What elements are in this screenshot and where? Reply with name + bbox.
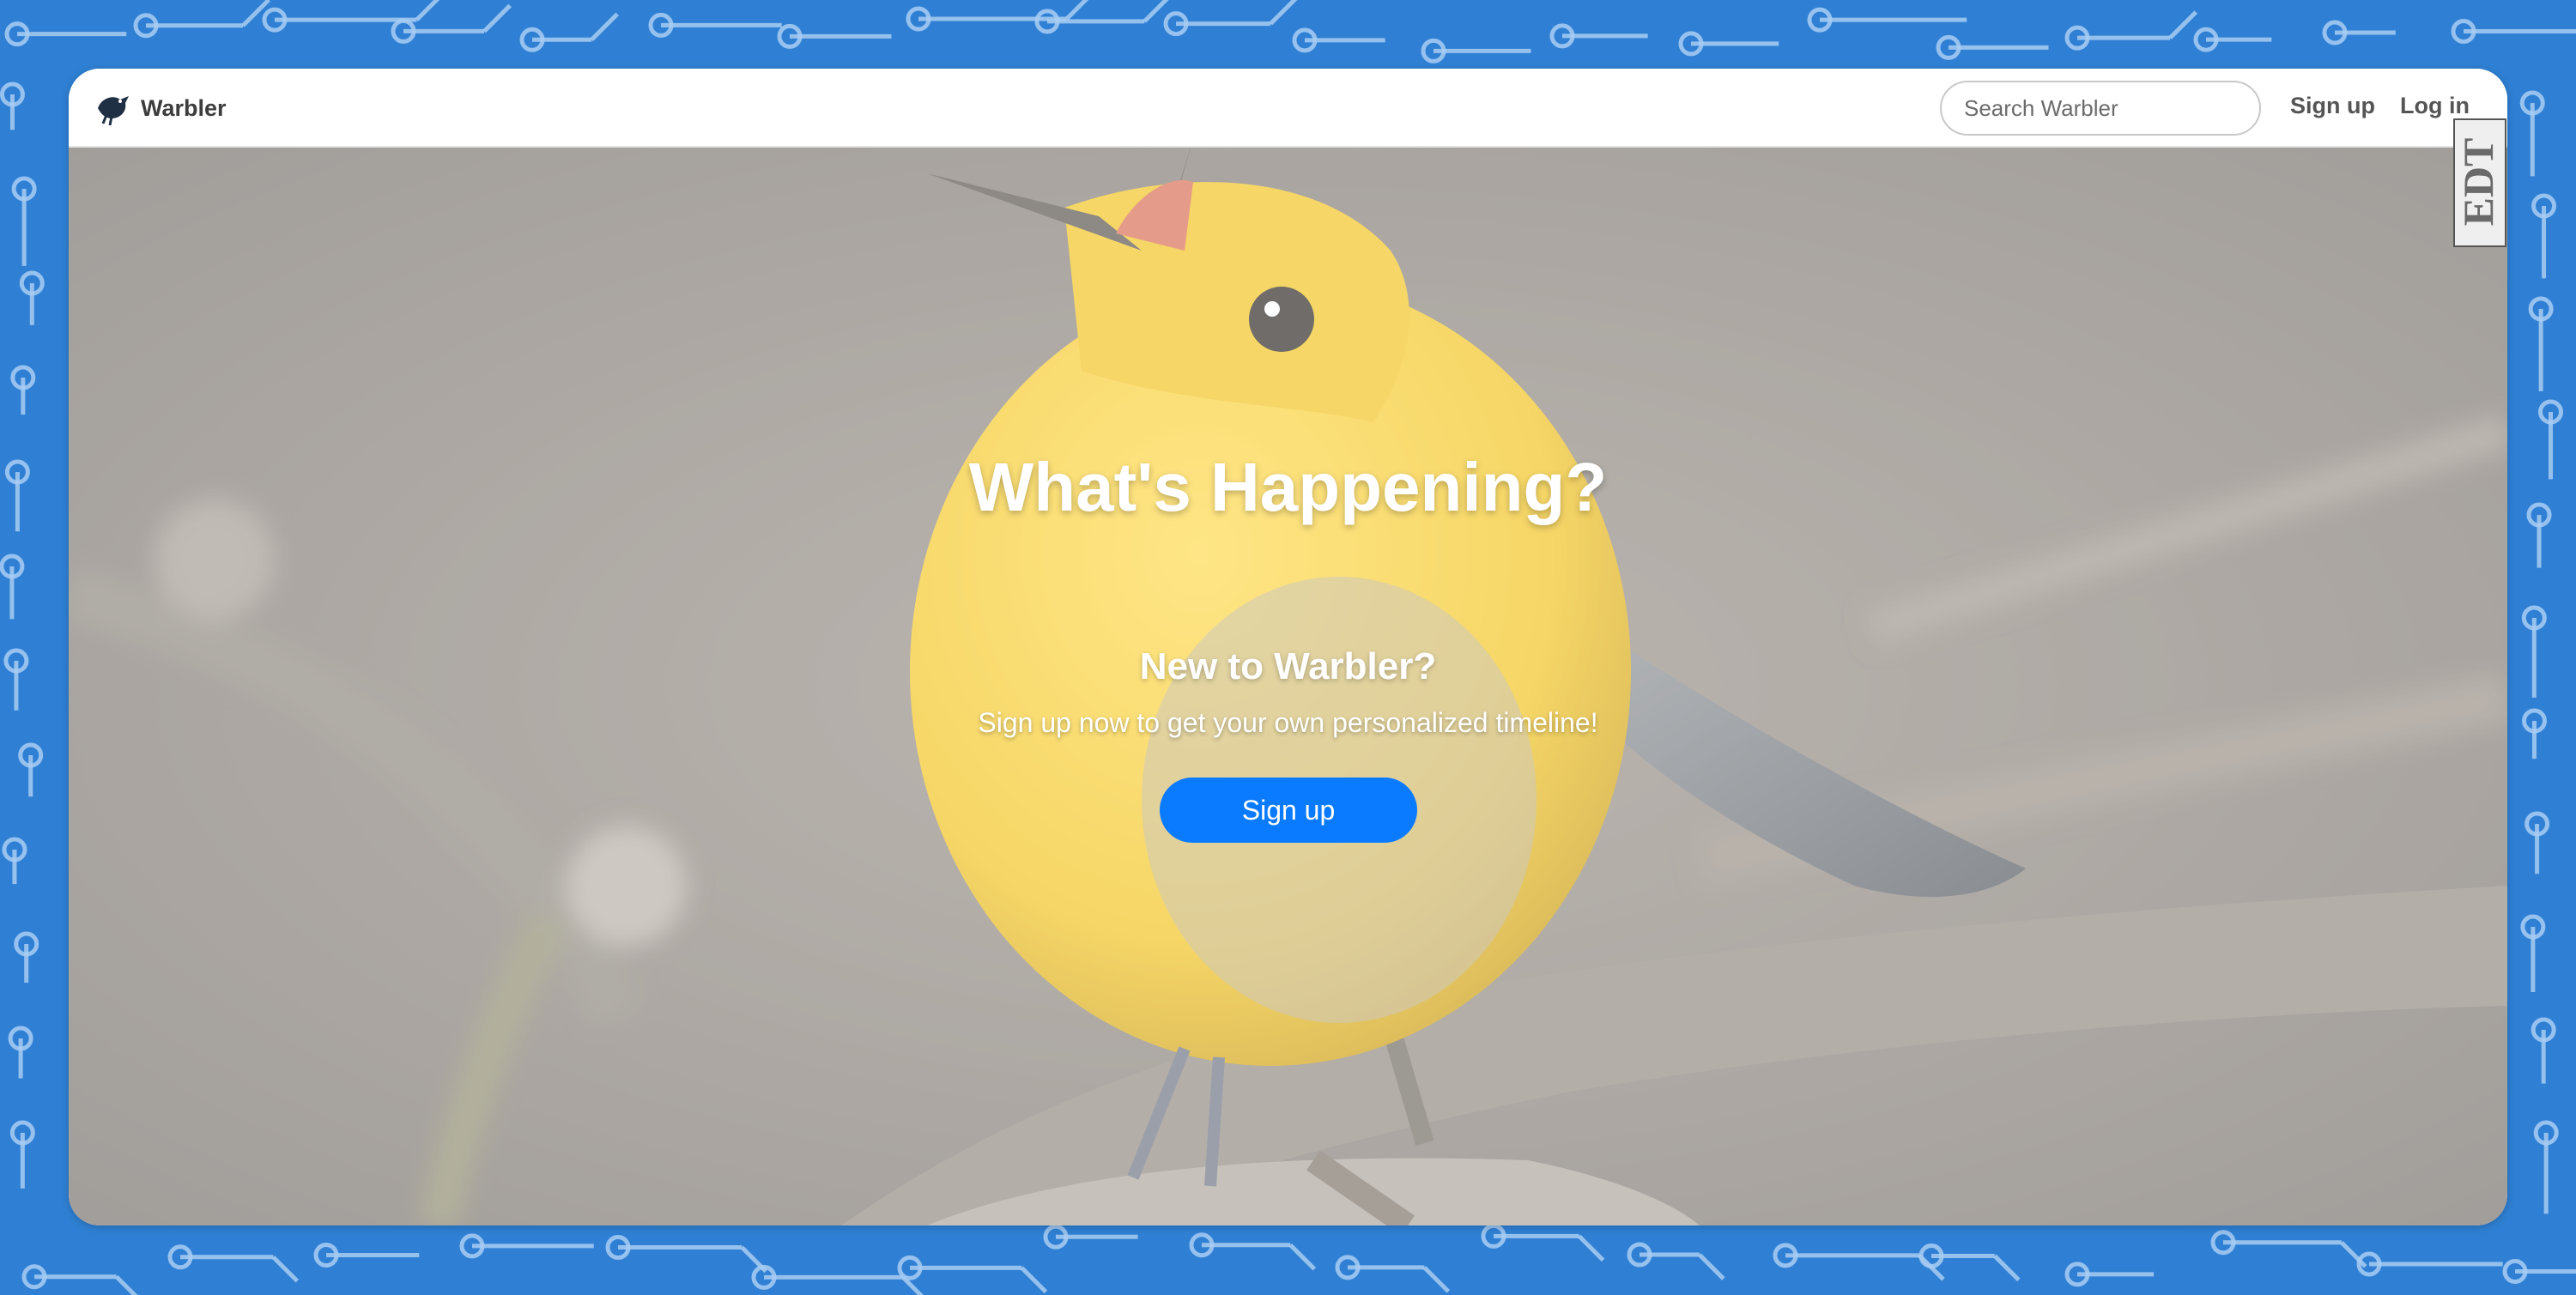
- search-input[interactable]: [1962, 94, 2253, 123]
- edt-badge-text: EDT: [2455, 138, 2502, 227]
- brand-name: Warbler: [141, 94, 227, 121]
- edt-badge[interactable]: EDT: [2453, 118, 2506, 247]
- hero-subtitle: New to Warbler?: [1139, 645, 1437, 687]
- browser-window: Warbler Sign up Log in EDT: [69, 69, 2507, 1225]
- hero-signup-button[interactable]: Sign up: [1160, 778, 1417, 843]
- hero-section: What's Happening? New to Warbler? Sign u…: [69, 148, 2507, 1225]
- nav-signup-link[interactable]: Sign up: [2290, 93, 2375, 119]
- bird-logo-icon: [98, 96, 129, 126]
- navbar: Warbler Sign up Log in: [69, 69, 2507, 148]
- brand-link[interactable]: Warbler: [94, 88, 227, 129]
- search-bar: [1940, 81, 2261, 136]
- hero-title: What's Happening?: [968, 449, 1608, 525]
- hero-content: What's Happening? New to Warbler? Sign u…: [69, 148, 2507, 1225]
- nav-login-link[interactable]: Log in: [2400, 93, 2470, 119]
- hero-tagline: Sign up now to get your own personalized…: [978, 707, 1598, 738]
